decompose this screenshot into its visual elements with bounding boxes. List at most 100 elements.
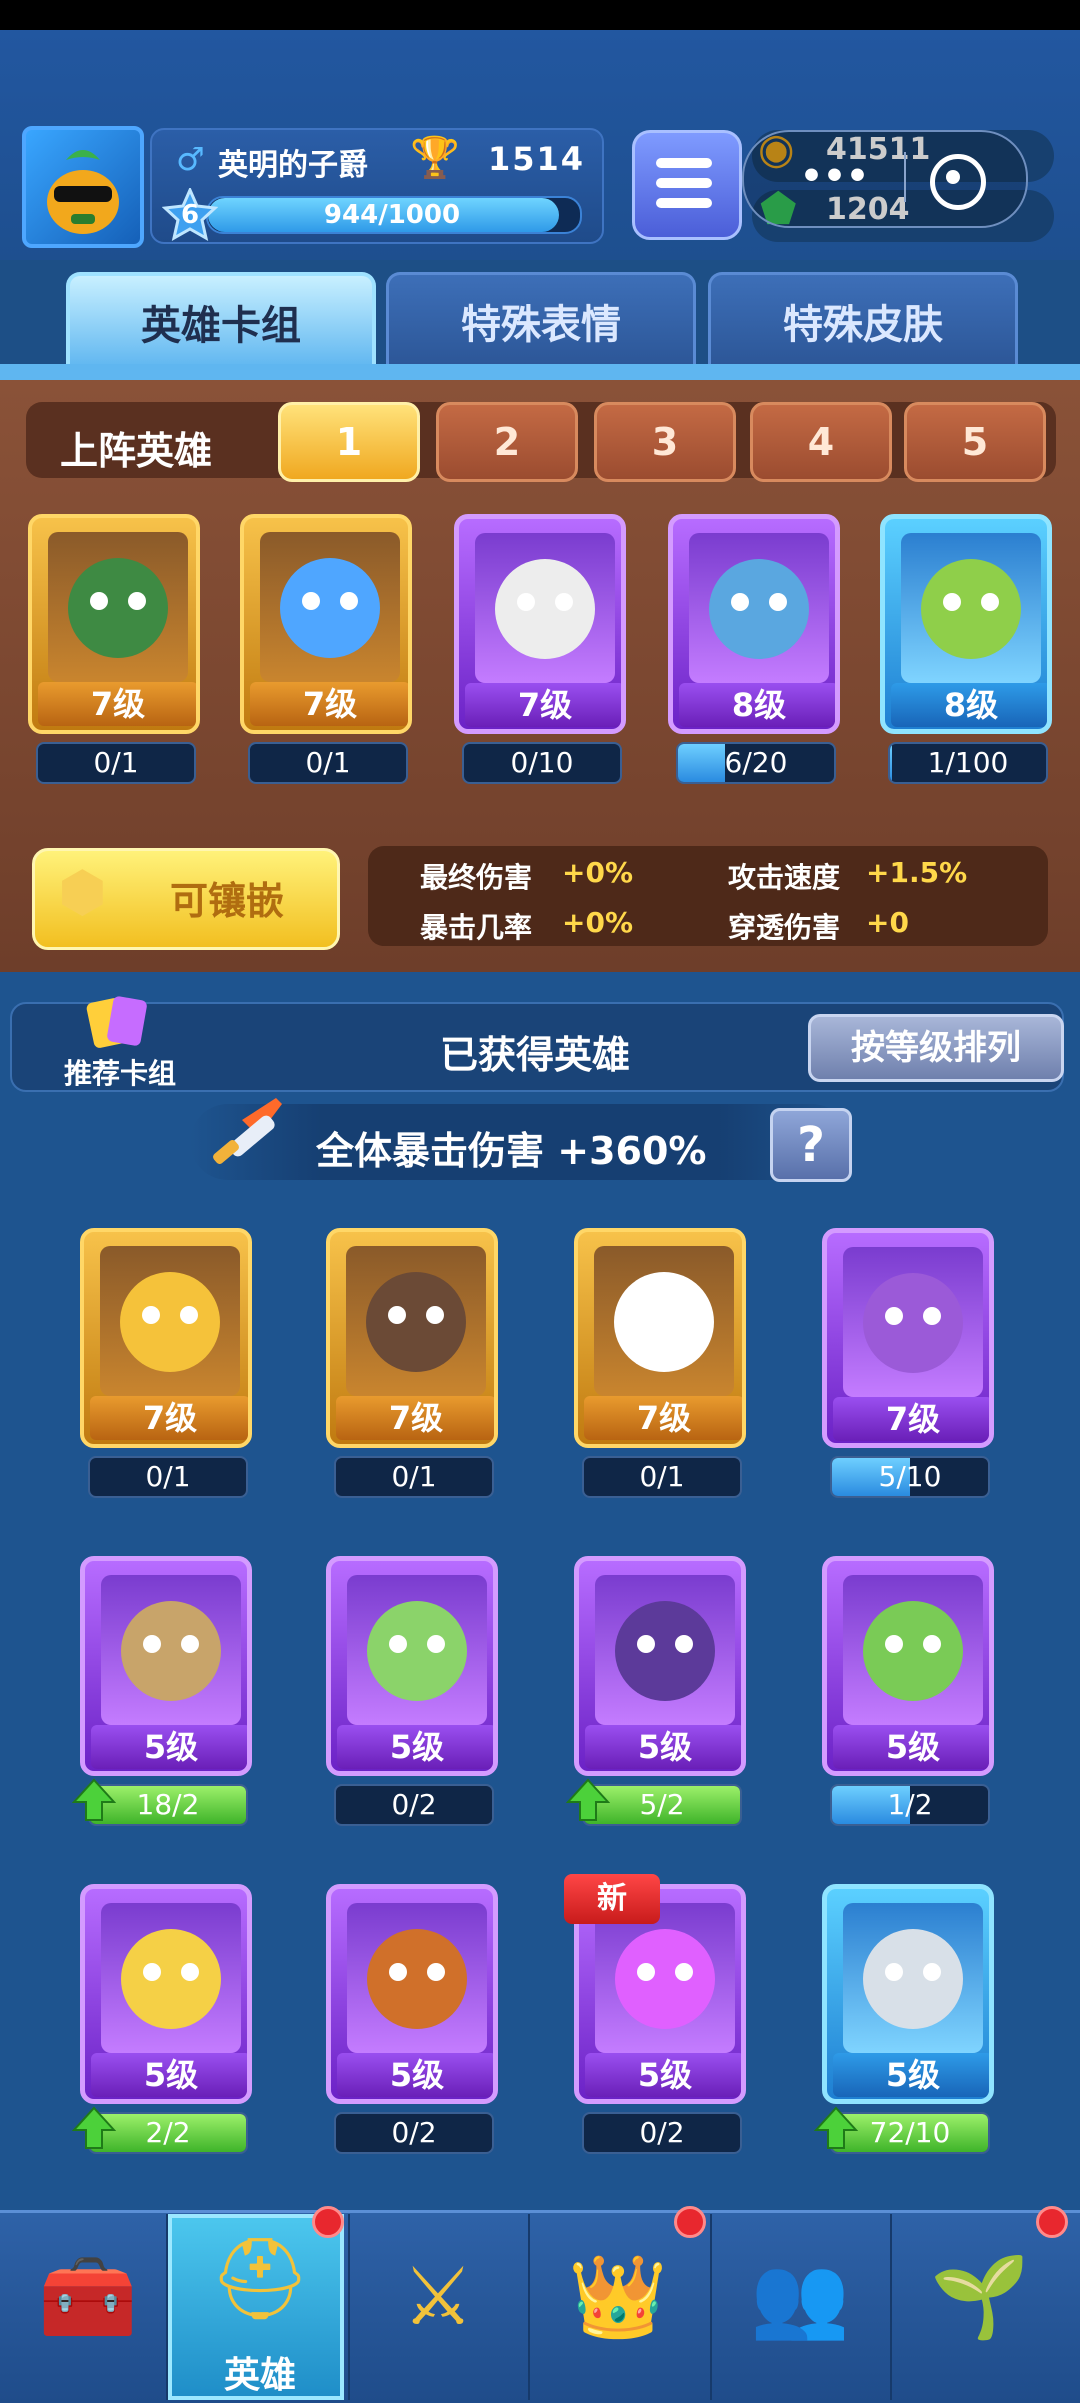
player-name: 英明的子爵 <box>218 148 368 183</box>
treasure-chest-icon: 🧰 <box>38 2250 138 2343</box>
sword-icon <box>196 1090 292 1186</box>
hero-eye <box>517 593 535 611</box>
hero-face-icon <box>121 1929 221 2029</box>
menu-icon-line <box>656 198 712 208</box>
deck-slot-1[interactable]: 1 <box>278 402 420 482</box>
bonus-value: +0 <box>866 906 909 939</box>
nav-item-team-banner[interactable]: 👥 <box>712 2214 888 2400</box>
hero-eye <box>302 592 320 610</box>
player-avatar[interactable] <box>22 126 144 248</box>
bonus-label: 最终伤害 <box>420 861 533 894</box>
hero-card-frame: 7级 <box>574 1228 746 1448</box>
hero-eye <box>981 593 999 611</box>
sort-by-level-button[interactable]: 按等级排列 <box>808 1014 1064 1082</box>
nav-item-knight-helmet[interactable]: ⛑ 英雄 <box>168 2214 344 2400</box>
nav-item-treasure-chest[interactable]: 🧰 <box>0 2214 176 2400</box>
hero-card[interactable]: 7级 0/1 <box>80 1228 252 1498</box>
hero-level: 7级 <box>833 1397 989 1441</box>
hero-progress-text: 0/1 <box>305 746 351 779</box>
upgrade-arrow-icon <box>72 1778 116 1821</box>
collection-title: 已获得英雄 <box>440 1033 631 1077</box>
hero-level: 5级 <box>833 2053 989 2097</box>
bonus-value: +0% <box>562 856 633 889</box>
hero-card[interactable]: 5级 2/2 <box>72 1884 252 2154</box>
tab-hero-deck[interactable]: 英雄卡组 <box>66 272 376 368</box>
tab-special-emotes[interactable]: 特殊表情 <box>386 272 696 367</box>
hero-eye <box>923 1635 941 1653</box>
notification-dot <box>674 2206 706 2238</box>
hero-card[interactable]: 5级 72/10 <box>814 1884 994 2154</box>
hero-eye <box>426 1306 444 1324</box>
hero-card[interactable]: 5级 18/2 <box>72 1556 252 1826</box>
hero-eye <box>923 1963 941 1981</box>
flaming-sword-icon <box>213 1098 282 1164</box>
hero-card[interactable]: 5级 0/2 <box>326 1556 498 1826</box>
deck-slot-4[interactable]: 4 <box>750 402 892 482</box>
bonus-label: 暴击几率 <box>420 911 533 944</box>
deck-slot-2[interactable]: 2 <box>436 402 578 482</box>
hero-eye <box>923 1307 941 1325</box>
knight-helmet-icon: ⛑ <box>209 2232 311 2325</box>
hero-face-icon <box>863 1273 963 1373</box>
hero-card[interactable]: 7级 0/1 <box>326 1228 498 1498</box>
hero-eye <box>389 1963 407 1981</box>
hero-card[interactable]: 5级 0/2 <box>326 1884 498 2154</box>
hero-card[interactable]: 8级 1/100 <box>880 514 1052 784</box>
more-options-icon[interactable]: ••• <box>800 156 869 197</box>
notification-dot <box>1036 2206 1068 2238</box>
hero-progress-text: 18/2 <box>136 1788 200 1821</box>
hero-card[interactable]: 5级 1/2 <box>822 1556 994 1826</box>
recommended-deck-icon[interactable] <box>84 992 154 1056</box>
hero-level: 5级 <box>833 1725 989 1769</box>
hero-card[interactable]: 7级 0/10 <box>454 514 626 784</box>
nav-item-sprout-island[interactable]: 🌱 <box>892 2214 1068 2400</box>
hero-card[interactable]: 7级 0/1 <box>240 514 412 784</box>
hero-card[interactable]: 7级 0/1 <box>574 1228 746 1498</box>
hero-shard-progress: 0/1 <box>36 742 196 784</box>
hero-card[interactable]: 7级 5/10 <box>822 1228 994 1498</box>
hero-progress-text: 5/2 <box>639 1788 685 1821</box>
nav-item-crossed-swords[interactable]: ⚔ <box>350 2214 526 2400</box>
hero-eye <box>636 1306 654 1324</box>
hero-shard-progress: 0/2 <box>334 2112 494 2154</box>
hero-card-frame: 7级 <box>822 1228 994 1448</box>
recommended-deck-label[interactable]: 推荐卡组 <box>64 1052 176 1092</box>
hero-level: 5级 <box>337 1725 493 1769</box>
crown-shield-icon: 👑 <box>568 2250 668 2343</box>
deck-slot-3[interactable]: 3 <box>594 402 736 482</box>
hero-shard-progress: 0/1 <box>582 1456 742 1498</box>
deck-slot-5[interactable]: 5 <box>904 402 1046 482</box>
hero-card-frame: 8级 <box>880 514 1052 734</box>
hero-shard-progress: 6/20 <box>676 742 836 784</box>
hero-eye <box>769 593 787 611</box>
hero-card[interactable]: 5级 0/2 新 <box>564 1874 746 2154</box>
hero-card[interactable]: 5级 5/2 <box>566 1556 746 1826</box>
close-target-icon[interactable] <box>930 154 986 210</box>
hero-face-icon <box>366 1272 466 1372</box>
tab-special-skins[interactable]: 特殊皮肤 <box>708 272 1018 367</box>
hero-card-frame: 5级 <box>80 1556 252 1776</box>
hero-level: 7级 <box>250 682 408 726</box>
hero-progress-text: 0/1 <box>93 746 139 779</box>
hero-card-frame: 7级 <box>28 514 200 734</box>
player-level: 6 <box>180 200 200 230</box>
hero-progress-text: 0/2 <box>391 1788 437 1821</box>
hero-progress-text: 2/2 <box>145 2116 191 2149</box>
hero-eye <box>143 1963 161 1981</box>
hero-eye <box>675 1963 693 1981</box>
hero-face-icon <box>121 1601 221 1701</box>
help-button[interactable]: ? <box>770 1108 852 1182</box>
hero-face-icon <box>863 1929 963 2029</box>
hero-shard-progress: 1/2 <box>830 1784 990 1826</box>
nav-item-crown-shield[interactable]: 👑 <box>530 2214 706 2400</box>
hero-progress-text: 0/2 <box>391 2116 437 2149</box>
hero-card[interactable]: 8级 6/20 <box>668 514 840 784</box>
hero-card[interactable]: 7级 0/1 <box>28 514 200 784</box>
hero-progress-text: 0/2 <box>639 2116 685 2149</box>
hero-card-frame: 5级 <box>80 1884 252 2104</box>
hero-eye <box>674 1306 692 1324</box>
hero-shard-progress: 0/1 <box>248 742 408 784</box>
nav-label: 英雄 <box>223 2355 296 2396</box>
close-target-icon-dot <box>946 170 960 184</box>
hero-shard-progress: 0/2 <box>334 1784 494 1826</box>
